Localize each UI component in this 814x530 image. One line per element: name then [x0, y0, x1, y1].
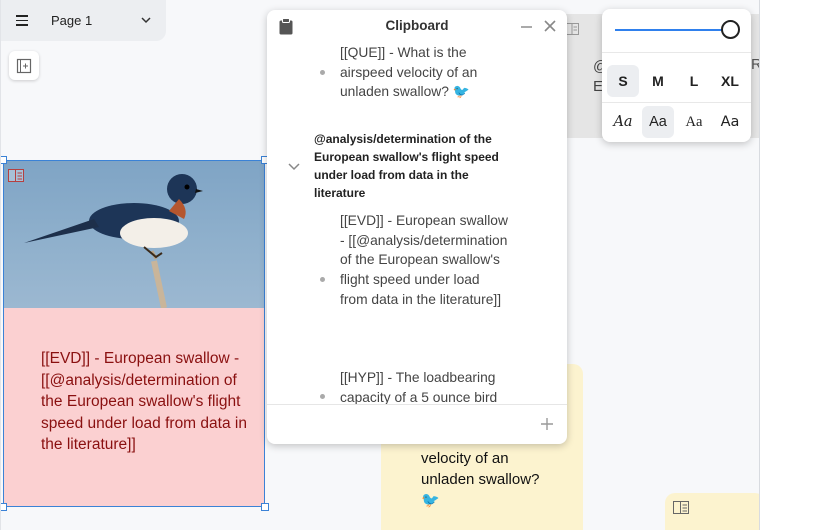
- clipboard-panel: Clipboard [[QUE]] - What is the airspeed…: [267, 10, 567, 444]
- page-name: Page 1: [51, 13, 93, 28]
- size-button-s[interactable]: S: [607, 65, 639, 97]
- font-button-sans[interactable]: Aa: [642, 106, 674, 138]
- font-button-mono[interactable]: Aa: [714, 106, 746, 138]
- divider: [602, 102, 751, 103]
- menu-icon[interactable]: [16, 15, 28, 26]
- font-button-serif[interactable]: Aa: [678, 106, 710, 138]
- clipboard-footer: [267, 404, 567, 444]
- font-button-draw[interactable]: Aa: [607, 106, 639, 138]
- minimize-icon[interactable]: [521, 26, 532, 28]
- resize-handle-br[interactable]: [261, 503, 269, 511]
- pink-note-text: [[EVD]] - European swallow - [[@analysis…: [41, 350, 247, 454]
- close-icon[interactable]: [543, 19, 557, 33]
- resize-handle-tl[interactable]: [1, 156, 7, 164]
- page-menu[interactable]: Page 1: [1, 0, 166, 41]
- gray-note-text-right: R: [751, 56, 759, 73]
- opacity-slider-thumb[interactable]: [721, 20, 740, 39]
- chevron-down-icon[interactable]: [140, 14, 152, 26]
- clipboard-list[interactable]: [[QUE]] - What is the airspeed velocity …: [267, 44, 567, 404]
- yellow-note-text: velocity of an unladen swallow? 🐦: [421, 450, 540, 509]
- chevron-down-icon[interactable]: [287, 159, 301, 173]
- yellow-note-2[interactable]: [665, 493, 759, 530]
- list-bullet: [320, 394, 325, 399]
- group-title[interactable]: @analysis/determination of the European …: [314, 130, 514, 202]
- note-card-icon: [565, 22, 579, 40]
- style-panel: S M L XL Aa Aa Aa Aa: [602, 9, 751, 142]
- add-icon[interactable]: [540, 417, 554, 431]
- swallow-photo: [4, 161, 264, 308]
- size-button-m[interactable]: M: [642, 65, 674, 97]
- pink-note[interactable]: [[EVD]] - European swallow - [[@analysis…: [4, 308, 264, 506]
- list-item[interactable]: [[QUE]] - What is the airspeed velocity …: [340, 44, 510, 102]
- size-button-xl[interactable]: XL: [714, 65, 746, 97]
- frame-icon: [16, 58, 32, 73]
- selected-card[interactable]: [[EVD]] - European swallow - [[@analysis…: [1, 156, 269, 511]
- resize-handle-bl[interactable]: [1, 503, 7, 511]
- add-frame-button[interactable]: [9, 51, 39, 80]
- list-item[interactable]: [[HYP]] - The loadbearing capacity of a …: [340, 368, 510, 404]
- list-item[interactable]: [[EVD]] - European swallow - [[@analysis…: [340, 211, 510, 310]
- opacity-slider-track[interactable]: [615, 29, 731, 31]
- size-button-l[interactable]: L: [678, 65, 710, 97]
- note-card-icon: [8, 169, 24, 187]
- divider: [602, 52, 751, 53]
- note-card-icon: [673, 501, 689, 519]
- clipboard-header[interactable]: Clipboard: [267, 10, 567, 44]
- list-bullet: [320, 70, 325, 75]
- list-bullet: [320, 277, 325, 282]
